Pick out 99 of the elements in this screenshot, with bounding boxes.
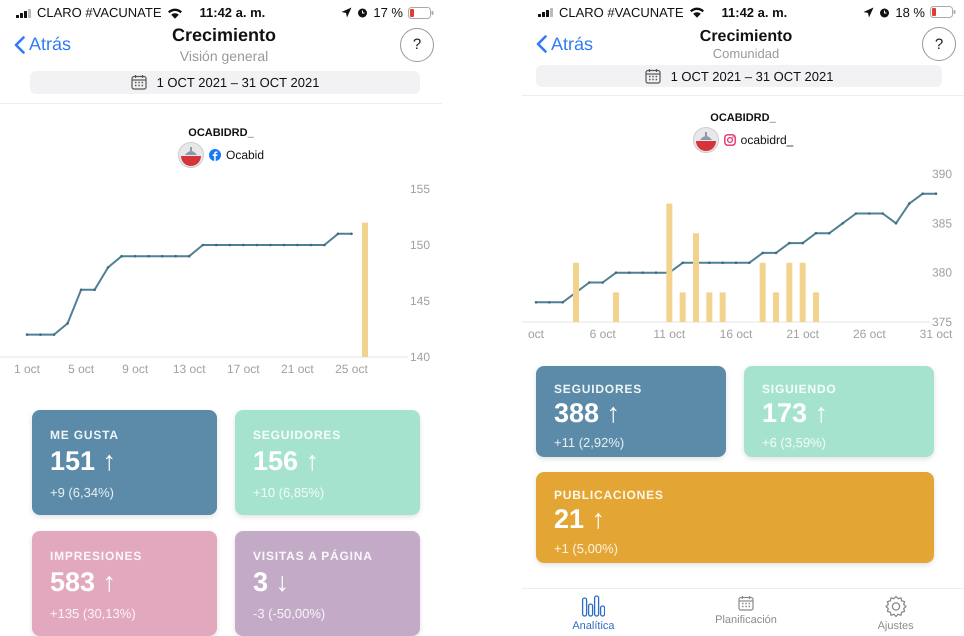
wifi-icon — [166, 6, 182, 19]
camera-icon — [724, 134, 736, 146]
tab-item[interactable]: Analítica — [566, 595, 621, 632]
axis-label: 1 oct — [14, 362, 40, 376]
card-value: 388 ↑ — [554, 398, 622, 429]
card-change: +6 (3,59%) — [762, 435, 827, 450]
axis-label: oct — [528, 327, 544, 341]
axis-label: 390 — [932, 167, 952, 181]
chart-bar — [613, 292, 619, 322]
axis-label: 26 oct — [852, 327, 886, 341]
axis-label: 21 oct — [786, 327, 820, 341]
axis-label: 5 oct — [68, 362, 94, 376]
battery-icon — [408, 6, 434, 19]
chart-bar — [720, 292, 726, 322]
card-change: +1 (5,00%) — [554, 541, 619, 556]
battery-icon — [930, 6, 956, 18]
chart-bar — [706, 292, 712, 322]
card-value: 156 ↑ — [253, 446, 320, 478]
bar-chart-icon — [581, 595, 606, 617]
wifi-icon — [688, 6, 704, 18]
axis-label: 375 — [932, 315, 952, 329]
screen-subtitle: Visión general — [178, 48, 270, 64]
alarm-icon — [357, 7, 368, 18]
card-label: SIGUIENDO — [762, 382, 838, 396]
signal-icon — [538, 7, 554, 17]
card-change: +10 (6,85%) — [253, 485, 326, 500]
axis-label: 150 — [410, 238, 430, 252]
axis-label: 145 — [410, 294, 430, 308]
date-range-button[interactable]: 1 OCT 2021 – 31 OCT 2021 — [536, 65, 942, 87]
card-value: 173 ↑ — [762, 398, 830, 429]
calendar-icon — [130, 74, 147, 90]
calendar-icon — [644, 68, 661, 84]
signal-icon — [16, 8, 32, 18]
chart-bar — [573, 262, 579, 322]
axis-label: 21 oct — [281, 362, 314, 376]
axis-label: 11 oct — [653, 327, 686, 341]
round-logo-icon — [208, 149, 221, 162]
chart-bar — [800, 262, 806, 322]
axis-label: 25 oct — [335, 362, 368, 376]
card-value: 3 ↓ — [253, 567, 290, 598]
chart-bar — [680, 292, 686, 322]
chart-bar — [773, 292, 779, 322]
screen-title: Crecimiento — [170, 25, 278, 46]
account-name: OCABIDRD_ — [710, 112, 776, 124]
alarm-icon — [879, 6, 890, 18]
chart-bar — [760, 262, 766, 322]
chevron-left-icon — [536, 35, 547, 53]
account-handle: ocabidrd_ — [740, 133, 794, 147]
battery-percent: 17 % — [373, 5, 403, 20]
axis-label: 380 — [932, 266, 952, 280]
card-label: PUBLICACIONES — [554, 488, 665, 502]
calendar-icon — [738, 595, 754, 611]
avatar-icon — [178, 142, 204, 168]
card-change: +135 (30,13%) — [50, 606, 137, 622]
axis-label: 6 oct — [590, 327, 616, 341]
status-time: 11:42 a. m. — [722, 4, 788, 20]
card-change: +9 (6,34%) — [50, 485, 115, 500]
card-label: ME GUSTA — [50, 428, 120, 442]
location-arrow-icon — [341, 7, 352, 18]
screen-title: Crecimiento — [698, 28, 794, 46]
carrier-name: CLARO #VACUNATE — [559, 4, 684, 20]
axis-label: 17 oct — [226, 362, 260, 376]
date-range-button[interactable]: 1 OCT 2021 – 31 OCT 2021 — [30, 70, 420, 94]
date-range-text: 1 OCT 2021 – 31 OCT 2021 — [670, 68, 834, 84]
card-value: 151 ↑ — [50, 446, 118, 478]
axis-label: 13 oct — [172, 362, 206, 376]
status-time: 11:42 a. m. — [200, 5, 266, 20]
chart-bar — [813, 292, 819, 322]
card-label: SEGUIDORES — [253, 428, 342, 442]
account-handle: Ocabid — [226, 148, 264, 162]
card-label: SEGUIDORES — [554, 382, 644, 396]
card-value: 21 ↑ — [554, 504, 606, 535]
axis-label: 9 oct — [122, 362, 148, 376]
axis-label: 385 — [932, 216, 952, 230]
back-button[interactable]: Atrás — [536, 34, 646, 54]
carrier-name: CLARO #VACUNATE — [37, 5, 162, 20]
axis-label: 140 — [410, 350, 430, 364]
tab-item[interactable]: Planificación — [709, 595, 783, 632]
battery-percent: 18 % — [895, 4, 925, 20]
axis-label: 31 oct — [920, 327, 952, 341]
tab-item[interactable]: Ajustes — [872, 595, 920, 632]
help-button[interactable]: ? — [922, 27, 956, 61]
axis-label: 155 — [410, 182, 430, 196]
location-arrow-icon — [863, 6, 874, 18]
avatar-icon — [692, 127, 719, 153]
screen-subtitle: Comunidad — [712, 46, 780, 60]
back-button[interactable]: Atrás — [14, 34, 124, 56]
card-label: VISITAS A PÁGINA — [253, 549, 374, 564]
chart-bar — [786, 262, 792, 322]
chevron-left-icon — [14, 36, 25, 54]
date-range-text: 1 OCT 2021 – 31 OCT 2021 — [156, 74, 320, 90]
help-button[interactable]: ? — [400, 28, 434, 62]
card-value: 583 ↑ — [50, 567, 118, 598]
account-name: OCABIDRD_ — [188, 127, 254, 140]
gear-icon — [884, 595, 908, 617]
axis-label: 16 oct — [720, 327, 752, 341]
card-change: -3 (-50,00%) — [253, 606, 326, 622]
card-label: IMPRESIONES — [50, 549, 144, 564]
card-change: +11 (2,92%) — [554, 435, 626, 450]
